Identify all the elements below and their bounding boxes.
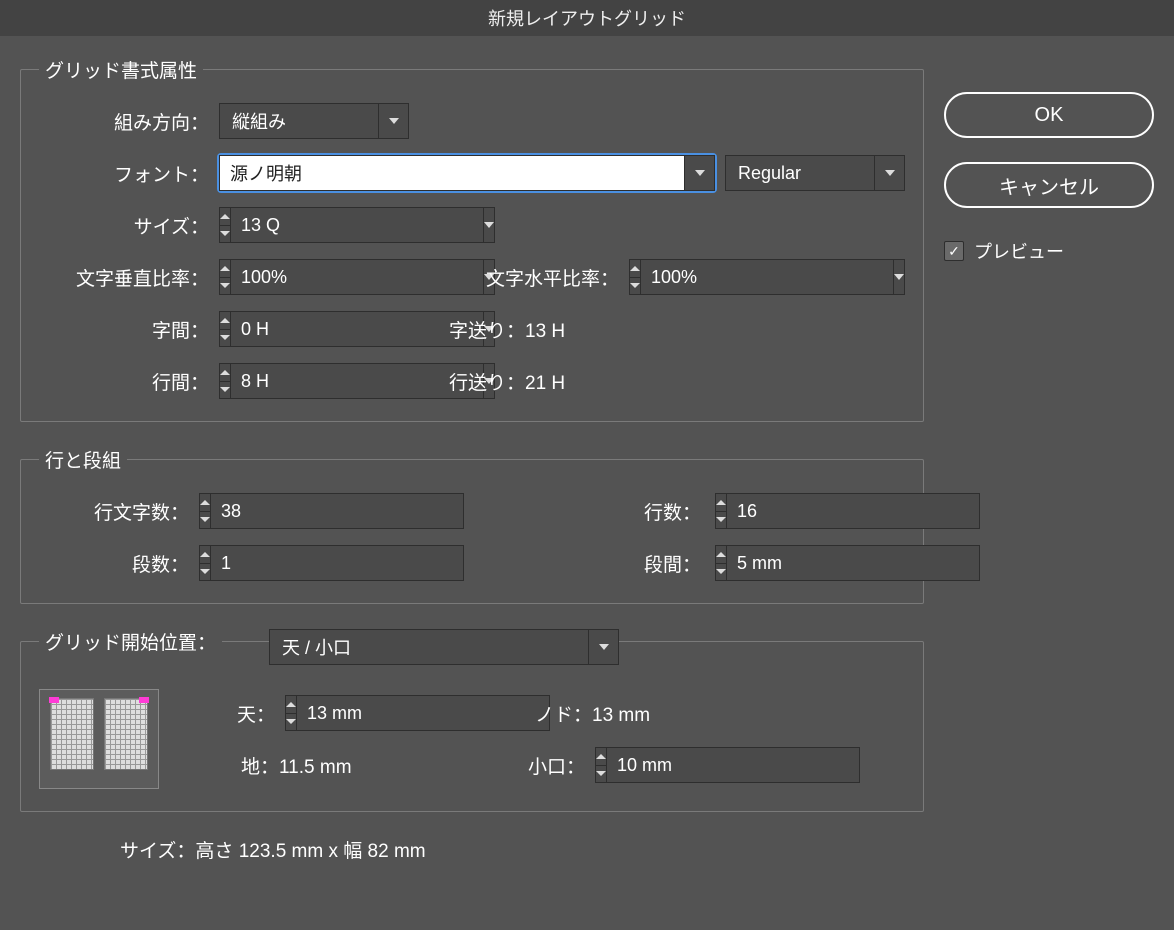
koguchi-stepper[interactable] <box>595 747 606 783</box>
aki-stepper[interactable] <box>219 311 230 347</box>
ten-stepper[interactable] <box>285 695 296 731</box>
page-spread-thumbnail <box>39 689 159 789</box>
chevron-down-icon[interactable] <box>588 630 618 664</box>
dialog-title: 新規レイアウトグリッド <box>0 0 1174 36</box>
aki-label: 字間： <box>39 316 209 343</box>
koguchi-label: 小口： <box>485 752 585 779</box>
chevron-down-icon[interactable] <box>894 259 905 295</box>
group-lines-columns: 行と段組 行文字数： 行数： 段数： 段間： <box>20 446 924 604</box>
aki-field[interactable] <box>219 311 409 347</box>
hscale-field[interactable] <box>629 259 819 295</box>
group-grid-start-legend: グリッド開始位置： <box>39 628 222 655</box>
origin-select[interactable]: 天 / 小口 <box>269 629 619 665</box>
direction-label: 組み方向： <box>39 108 209 135</box>
koguchi-input[interactable] <box>606 747 860 783</box>
aki-input[interactable] <box>230 311 484 347</box>
lines-label: 行数： <box>399 498 705 525</box>
chars-label: 行文字数： <box>39 498 189 525</box>
page-right-icon <box>104 698 148 770</box>
size-readout: サイズ：高さ 123.5 mm x 幅 82 mm <box>20 836 924 863</box>
chars-stepper[interactable] <box>199 493 210 529</box>
preview-checkbox[interactable]: ✓ <box>944 241 964 261</box>
vscale-field[interactable] <box>219 259 409 295</box>
font-weight-value: Regular <box>726 163 874 184</box>
chevron-down-icon[interactable] <box>874 156 904 190</box>
vscale-label: 文字垂直比率： <box>39 264 209 291</box>
page-left-icon <box>50 698 94 770</box>
font-label: フォント： <box>39 160 209 187</box>
direction-value: 縦組み <box>220 108 378 134</box>
cancel-button[interactable]: キャンセル <box>944 162 1154 208</box>
hscale-label: 文字水平比率： <box>419 264 619 291</box>
direction-select[interactable]: 縦組み <box>219 103 409 139</box>
cols-label: 段数： <box>39 550 189 577</box>
lines-field[interactable] <box>715 493 905 529</box>
font-weight-select[interactable]: Regular <box>725 155 905 191</box>
font-family-input[interactable] <box>219 155 685 191</box>
chevron-down-icon[interactable] <box>685 155 715 191</box>
cols-stepper[interactable] <box>199 545 210 581</box>
group-grid-format-legend: グリッド書式属性 <box>39 56 203 83</box>
ten-label: 天： <box>185 700 275 727</box>
lines-stepper[interactable] <box>715 493 726 529</box>
okuri-readout: 字送り：13 H <box>449 316 565 343</box>
vscale-stepper[interactable] <box>219 259 230 295</box>
hscale-input[interactable] <box>640 259 894 295</box>
chars-field[interactable] <box>199 493 389 529</box>
nodo-readout: ノド：13 mm <box>485 700 905 727</box>
size-field[interactable] <box>219 207 409 243</box>
gyoaki-stepper[interactable] <box>219 363 230 399</box>
gyookuri-readout: 行送り：21 H <box>449 368 565 395</box>
size-stepper[interactable] <box>219 207 230 243</box>
gutter-stepper[interactable] <box>715 545 726 581</box>
group-lines-columns-legend: 行と段組 <box>39 446 127 473</box>
ji-readout: 地：11.5 mm <box>185 752 475 779</box>
size-input[interactable] <box>230 207 484 243</box>
chevron-down-icon[interactable] <box>378 104 408 138</box>
hscale-stepper[interactable] <box>629 259 640 295</box>
ten-field[interactable] <box>285 695 475 731</box>
cols-field[interactable] <box>199 545 389 581</box>
gyoaki-input[interactable] <box>230 363 484 399</box>
gutter-field[interactable] <box>715 545 905 581</box>
group-grid-format: グリッド書式属性 組み方向： 縦組み フォント： Regular <box>20 56 924 422</box>
koguchi-field[interactable] <box>595 747 785 783</box>
chevron-down-icon[interactable] <box>484 207 495 243</box>
lines-input[interactable] <box>726 493 980 529</box>
origin-value: 天 / 小口 <box>270 634 588 660</box>
size-label: サイズ： <box>39 212 209 239</box>
ok-button[interactable]: OK <box>944 92 1154 138</box>
group-grid-start: グリッド開始位置： 天 / 小口 天： <box>20 628 924 812</box>
preview-label: プレビュー <box>974 238 1064 264</box>
gyoaki-label: 行間： <box>39 368 209 395</box>
font-family-field[interactable] <box>219 155 715 191</box>
gutter-input[interactable] <box>726 545 980 581</box>
gyoaki-field[interactable] <box>219 363 409 399</box>
gutter-label: 段間： <box>399 550 705 577</box>
